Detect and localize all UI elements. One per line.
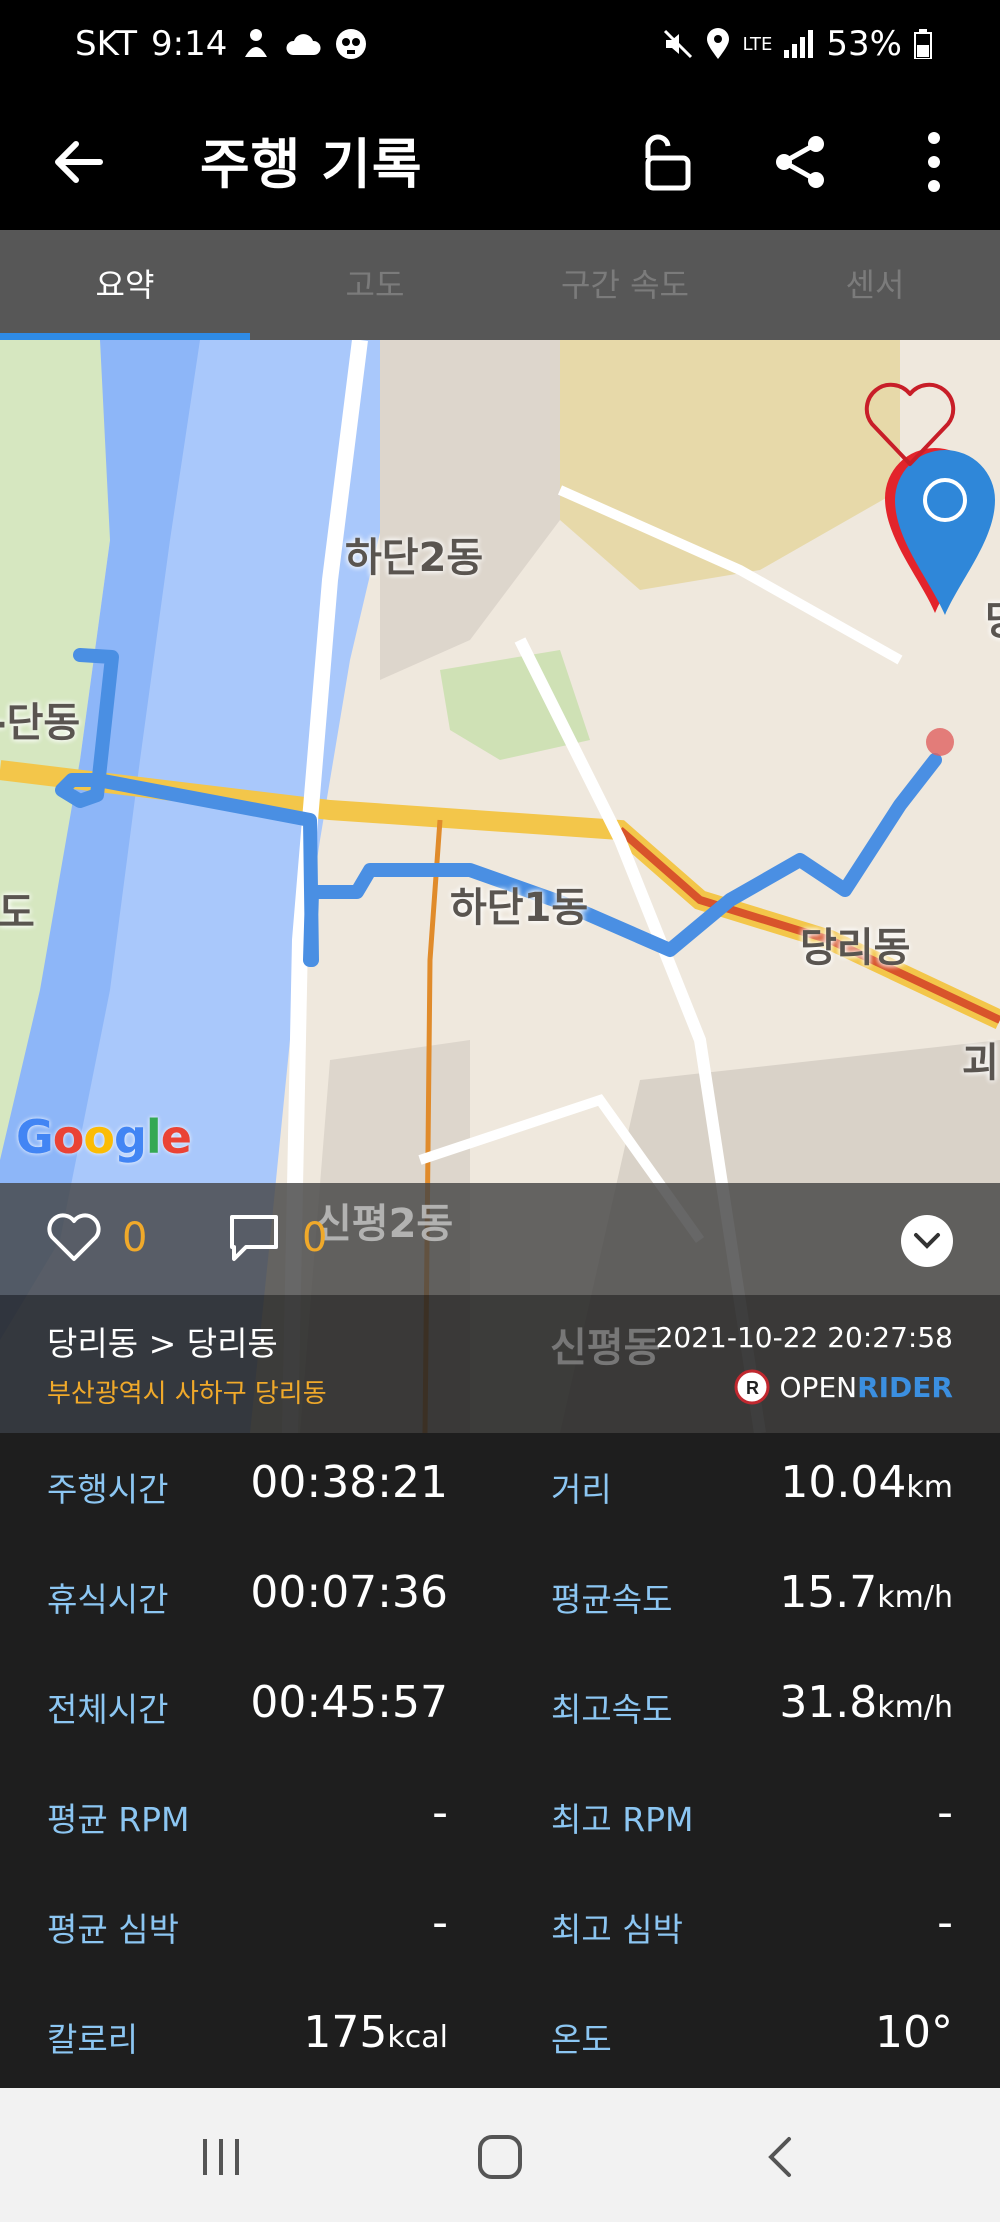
map-label-sinpyeong2: 신평2동	[315, 1201, 454, 1247]
cloud-icon	[285, 31, 321, 57]
tab-segment-speed[interactable]: 구간 속도	[500, 230, 750, 340]
max-hr-value: -	[937, 1897, 953, 1948]
status-bar: SKT 9:14 LTE 53%	[0, 0, 1000, 100]
temperature-value: 10°	[875, 2007, 953, 2058]
stats-row: 평균 심박 - 최고 심박 -	[0, 1873, 1000, 1983]
max-rpm-value: -	[937, 1787, 953, 1838]
app-bar: 주행 기록	[0, 100, 1000, 230]
openrider-icon: R	[734, 1369, 770, 1405]
ride-stats: 주행시간 00:38:21 거리 10.04km 휴식시간 00:07:36 평…	[0, 1433, 1000, 2088]
tab-sensor[interactable]: 센서	[750, 230, 1000, 340]
stats-row: 전체시간 00:45:57 최고속도 31.8km/h	[0, 1653, 1000, 1763]
ride-address: 부산광역시 사하구 당리동	[47, 1379, 327, 1409]
map-label-sinpyeong: 신평동	[550, 1325, 661, 1371]
map-label-hadan-left: -단동	[0, 700, 81, 746]
max-rpm-label: 최고 RPM	[551, 1800, 694, 1839]
social-bar: 신평2동 0 0	[0, 1183, 1000, 1295]
rest-time-value: 00:07:36	[250, 1567, 448, 1618]
skull-icon	[335, 28, 367, 60]
stats-row: 칼로리 175kcal 온도 10°	[0, 1983, 1000, 2093]
unlock-icon[interactable]	[630, 126, 702, 198]
google-attribution: Google	[16, 1110, 192, 1164]
stats-row: 주행시간 00:38:21 거리 10.04km	[0, 1433, 1000, 1543]
map-label-hadan2: 하단2동	[345, 535, 484, 581]
brand-rider: RIDER	[857, 1370, 953, 1404]
distance-value: 10.04km	[780, 1457, 953, 1508]
openrider-logo: R OPENRIDER	[734, 1369, 953, 1405]
tab-altitude[interactable]: 고도	[250, 230, 500, 340]
location-icon	[705, 28, 731, 60]
battery-percent: 53%	[826, 24, 902, 64]
max-speed-value: 31.8km/h	[779, 1677, 953, 1728]
expand-chevron-icon[interactable]	[901, 1215, 953, 1267]
avg-speed-label: 평균속도	[551, 1580, 673, 1619]
avg-speed-value: 15.7km/h	[779, 1567, 953, 1618]
comment-button[interactable]: 0	[226, 1213, 327, 1263]
calories-value: 175kcal	[303, 2007, 448, 2058]
mute-icon	[663, 29, 693, 59]
map-label-dang-right: 당	[985, 588, 1000, 646]
comment-icon	[230, 1215, 278, 1261]
avg-hr-value: -	[432, 1897, 448, 1948]
back-nav-icon[interactable]	[745, 2122, 815, 2192]
rest-time-label: 휴식시간	[47, 1580, 169, 1619]
signal-icon	[784, 30, 814, 58]
map-label-goe-right: 괴	[962, 1040, 999, 1086]
ride-datetime: 2021-10-22 20:27:58	[655, 1321, 953, 1354]
map-label-dangni: 당리동	[800, 925, 911, 971]
page-title: 주행 기록	[200, 133, 423, 196]
total-time-label: 전체시간	[47, 1690, 169, 1729]
total-time-value: 00:45:57	[250, 1677, 448, 1728]
system-nav-bar	[0, 2088, 1000, 2222]
home-icon[interactable]	[465, 2122, 535, 2192]
distance-label: 거리	[551, 1470, 612, 1509]
notification-icon	[241, 27, 271, 61]
tab-summary[interactable]: 요약	[0, 230, 250, 340]
ride-time-label: 주행시간	[47, 1470, 169, 1509]
battery-icon	[914, 29, 932, 59]
like-button[interactable]: 0	[46, 1213, 147, 1263]
comment-count: 0	[302, 1215, 328, 1261]
calories-label: 칼로리	[47, 2020, 139, 2059]
share-icon[interactable]	[764, 126, 836, 198]
clock: 9:14	[151, 24, 228, 64]
carrier-label: SKT	[75, 24, 138, 64]
tab-bar: 요약 고도 구간 속도 센서	[0, 230, 1000, 340]
network-type: LTE	[742, 33, 773, 55]
temperature-label: 온도	[551, 2020, 612, 2059]
map-label-do-left: 도	[0, 890, 35, 936]
ride-info-bar: 신평동 당리동 > 당리동 부산광역시 사하구 당리동 2021-10-22 2…	[0, 1295, 1000, 1433]
stats-row: 평균 RPM - 최고 RPM -	[0, 1763, 1000, 1873]
avg-hr-label: 평균 심박	[47, 1910, 179, 1949]
svg-text:R: R	[746, 1378, 759, 1398]
max-hr-label: 최고 심박	[551, 1910, 683, 1949]
more-options-icon[interactable]	[898, 126, 970, 198]
like-count: 0	[122, 1215, 148, 1261]
favorite-heart-icon[interactable]	[862, 380, 958, 470]
stats-row: 휴식시간 00:07:36 평균속도 15.7km/h	[0, 1543, 1000, 1653]
ride-time-value: 00:38:21	[250, 1457, 448, 1508]
back-arrow-icon[interactable]	[48, 130, 112, 194]
route-name: 당리동 > 당리동	[47, 1324, 278, 1363]
avg-rpm-value: -	[432, 1787, 448, 1838]
max-speed-label: 최고속도	[551, 1690, 673, 1729]
heart-outline-icon	[47, 1213, 101, 1261]
map-label-hadan1: 하단1동	[450, 885, 589, 931]
avg-rpm-label: 평균 RPM	[47, 1800, 190, 1839]
recent-apps-icon[interactable]	[186, 2122, 256, 2192]
brand-open: OPEN	[779, 1370, 858, 1404]
